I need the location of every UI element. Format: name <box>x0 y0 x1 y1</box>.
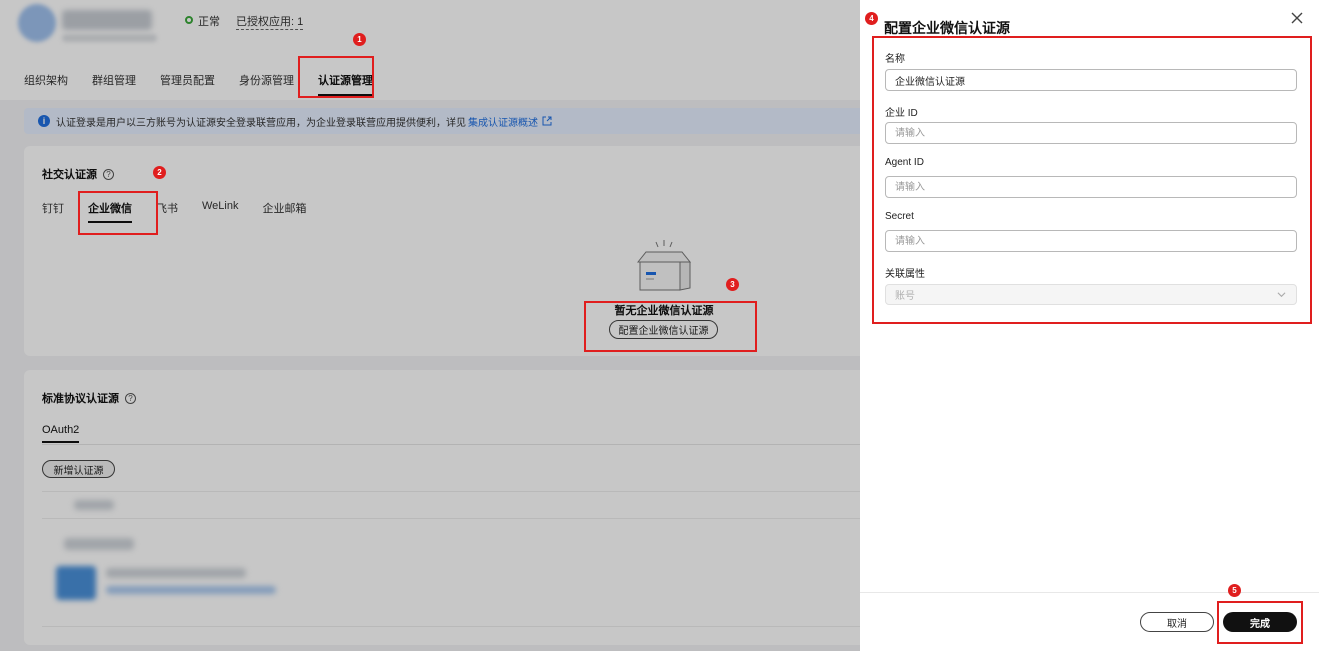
close-icon[interactable] <box>1289 10 1305 26</box>
annotation-box-2 <box>78 191 158 235</box>
annotation-marker-4: 4 <box>865 12 878 25</box>
annotation-marker-1: 1 <box>353 33 366 46</box>
cancel-button[interactable]: 取消 <box>1140 612 1214 632</box>
annotation-box-1 <box>298 56 374 98</box>
drawer-footer-divider <box>860 592 1319 593</box>
annotation-marker-2: 2 <box>153 166 166 179</box>
annotation-box-5 <box>1217 601 1303 644</box>
annotation-marker-3: 3 <box>726 278 739 291</box>
annotation-marker-5: 5 <box>1228 584 1241 597</box>
annotation-box-3 <box>584 301 757 352</box>
drawer-title: 配置企业微信认证源 <box>884 20 1010 36</box>
annotation-box-4 <box>872 36 1312 324</box>
